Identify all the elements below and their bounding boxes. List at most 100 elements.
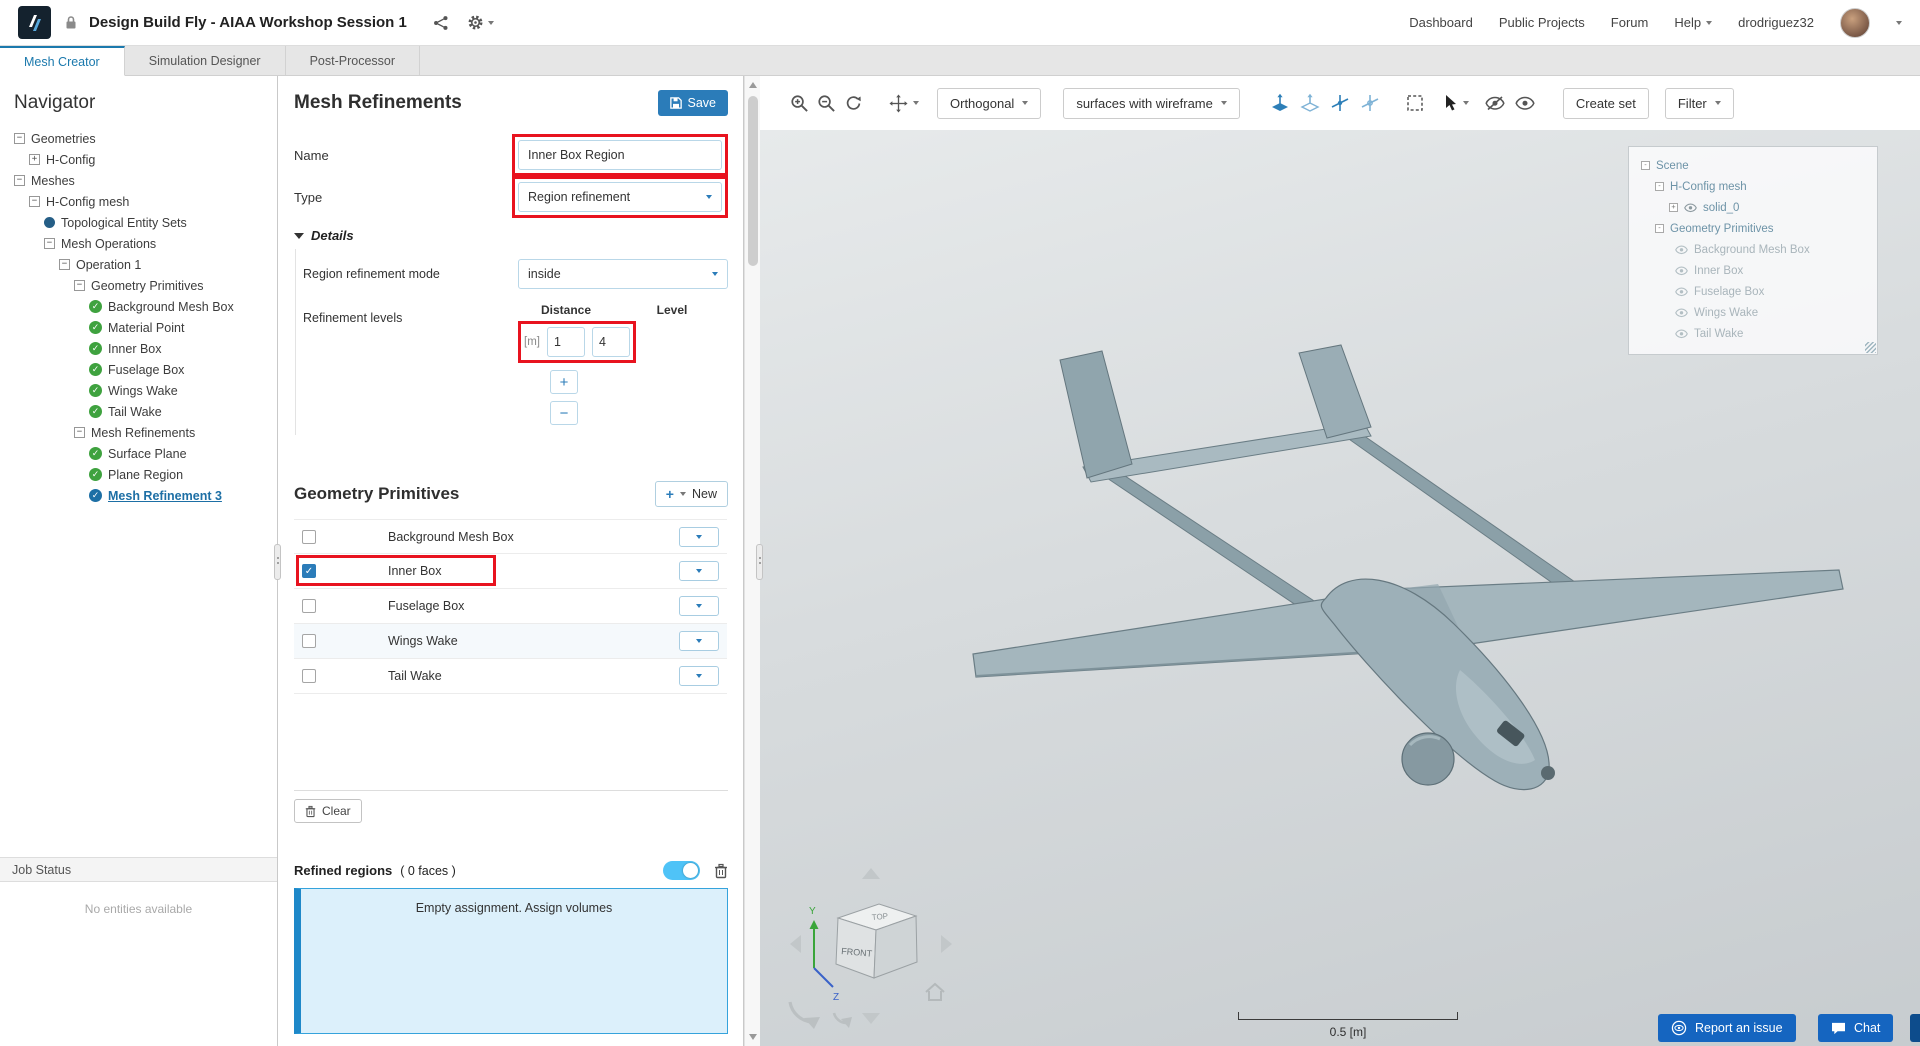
tree-item-h-config-mesh[interactable]: − H-Config mesh [0, 191, 277, 212]
username-label[interactable]: drodriguez32 [1738, 15, 1814, 30]
primitive-options-dropdown[interactable] [679, 561, 719, 581]
nav-help[interactable]: Help [1674, 15, 1713, 30]
share-icon[interactable] [433, 15, 449, 31]
tree-item-wings-wake[interactable]: ✓ Wings Wake [0, 380, 277, 401]
tab-post-processor[interactable]: Post-Processor [285, 46, 421, 75]
distance-input[interactable] [546, 327, 585, 357]
primitive-options-dropdown[interactable] [679, 631, 719, 651]
tree-item-topological-entity-sets[interactable]: Topological Entity Sets [0, 212, 277, 233]
chat-button[interactable]: Chat [1818, 1014, 1894, 1042]
tree-item-inner-box[interactable]: ✓ Inner Box [0, 338, 277, 359]
nav-public-projects[interactable]: Public Projects [1499, 15, 1585, 30]
name-input[interactable] [518, 140, 722, 170]
save-button[interactable]: Save [657, 90, 728, 116]
home-view-icon[interactable] [925, 982, 945, 1001]
primitive-row-tail-wake[interactable]: Tail Wake [294, 659, 727, 694]
add-level-button[interactable]: + [550, 370, 578, 394]
tab-simulation-designer[interactable]: Simulation Designer [124, 46, 286, 75]
tree-item-mesh-operations[interactable]: − Mesh Operations [0, 233, 277, 254]
tree-item-fuselage-box[interactable]: ✓ Fuselage Box [0, 359, 277, 380]
job-status-header[interactable]: Job Status [0, 857, 277, 882]
reset-view-icon[interactable] [844, 94, 863, 113]
primitive-options-dropdown[interactable] [679, 526, 719, 547]
filter-select[interactable]: Filter [1664, 87, 1734, 119]
primitive-options-dropdown[interactable] [679, 666, 719, 686]
eye-icon[interactable] [1675, 287, 1688, 297]
checkbox[interactable] [302, 634, 316, 648]
rotate-right-arrow[interactable] [941, 935, 952, 953]
scene-node-wings-wake[interactable]: Wings Wake [1639, 302, 1867, 323]
checkbox[interactable] [302, 529, 316, 544]
scene-node-geometry-primitives[interactable]: - Geometry Primitives [1639, 218, 1867, 239]
pan-tool-button[interactable] [889, 93, 919, 113]
eye-icon[interactable] [1675, 308, 1688, 318]
collapse-icon[interactable]: − [59, 259, 70, 270]
type-select[interactable]: Region refinement [518, 182, 722, 212]
collapse-icon[interactable]: - [1655, 182, 1664, 191]
zoom-out-icon[interactable] [817, 94, 836, 113]
navigation-cube[interactable]: Y Z TOP FRONT [776, 856, 966, 1046]
section-axes-icon[interactable] [1330, 93, 1350, 113]
render-mode-select[interactable]: surfaces with wireframe [1063, 87, 1240, 119]
box-select-icon[interactable] [1406, 94, 1424, 112]
scene-node-h-config-mesh[interactable]: - H-Config mesh [1639, 176, 1867, 197]
projection-select[interactable]: Orthogonal [937, 87, 1042, 119]
primitive-row-inner-box[interactable]: ✓ Inner Box [294, 554, 727, 589]
tree-item-operation-1[interactable]: − Operation 1 [0, 254, 277, 275]
collapse-icon[interactable]: − [74, 280, 85, 291]
chat-panel-handle[interactable] [1910, 1014, 1920, 1042]
tree-item-meshes[interactable]: − Meshes [0, 170, 277, 191]
create-set-button[interactable]: Create set [1562, 87, 1649, 119]
delete-assignment-icon[interactable] [714, 863, 728, 879]
eye-icon[interactable] [1675, 329, 1688, 339]
scene-node-tail-wake[interactable]: Tail Wake [1639, 323, 1867, 344]
rotate-left-arrow[interactable] [790, 935, 801, 953]
remove-level-button[interactable]: − [550, 401, 578, 425]
pointer-select-button[interactable] [1444, 94, 1469, 112]
clip-plane-outline-icon[interactable] [1300, 93, 1320, 113]
tree-item-geometry-primitives[interactable]: − Geometry Primitives [0, 275, 277, 296]
collapse-icon[interactable]: − [74, 427, 85, 438]
checkbox-checked[interactable]: ✓ [302, 564, 316, 578]
nav-dashboard[interactable]: Dashboard [1409, 15, 1473, 30]
tree-item-h-config[interactable]: + H-Config [0, 149, 277, 170]
overlay-resize-handle[interactable] [1865, 342, 1876, 353]
scene-node-solid-0[interactable]: + solid_0 [1639, 197, 1867, 218]
primitive-row-background-mesh-box[interactable]: Background Mesh Box [294, 519, 727, 554]
expand-icon[interactable]: + [29, 154, 40, 165]
primitive-options-dropdown[interactable] [679, 596, 719, 616]
expand-icon[interactable]: + [1669, 203, 1678, 212]
zoom-in-icon[interactable] [790, 94, 809, 113]
region-mode-select[interactable]: inside [518, 259, 728, 289]
scrollbar-thumb[interactable] [747, 96, 758, 266]
collapse-icon[interactable]: − [44, 238, 55, 249]
scene-node-inner-box[interactable]: Inner Box [1639, 260, 1867, 281]
scene-node-scene[interactable]: - Scene [1639, 155, 1867, 176]
nav-forum[interactable]: Forum [1611, 15, 1649, 30]
clear-button[interactable]: Clear [294, 799, 362, 823]
viewport-canvas[interactable]: - Scene - H-Config mesh + solid_0 - Geometry… [760, 130, 1920, 1046]
user-menu-chevron-icon[interactable] [1896, 20, 1902, 25]
level-input[interactable] [591, 327, 630, 357]
collapse-icon[interactable]: − [14, 133, 25, 144]
tree-item-surface-plane[interactable]: ✓ Surface Plane [0, 443, 277, 464]
orientation-cube[interactable]: TOP FRONT [835, 903, 918, 979]
rotate-down-arrow[interactable] [862, 1013, 880, 1024]
checkbox[interactable] [302, 599, 316, 613]
tree-item-mesh-refinement-3[interactable]: ✓ Mesh Refinement 3 [0, 485, 277, 506]
scroll-down-arrow[interactable] [749, 1034, 757, 1040]
primitive-row-fuselage-box[interactable]: Fuselage Box [294, 589, 727, 624]
scroll-up-arrow[interactable] [749, 82, 757, 88]
collapse-icon[interactable]: - [1655, 224, 1664, 233]
tree-item-material-point[interactable]: ✓ Material Point [0, 317, 277, 338]
eye-icon[interactable] [1684, 203, 1697, 213]
tree-item-plane-region[interactable]: ✓ Plane Region [0, 464, 277, 485]
app-logo[interactable] [18, 6, 51, 39]
collapse-icon[interactable]: - [1641, 161, 1650, 170]
navigator-resize-grip[interactable] [274, 544, 281, 580]
report-issue-button[interactable]: Report an issue [1658, 1014, 1796, 1042]
viewport-resize-grip[interactable] [756, 544, 763, 580]
section-axes-outline-icon[interactable] [1360, 93, 1380, 113]
clip-plane-icon[interactable] [1270, 93, 1290, 113]
tree-item-mesh-refinements[interactable]: − Mesh Refinements [0, 422, 277, 443]
